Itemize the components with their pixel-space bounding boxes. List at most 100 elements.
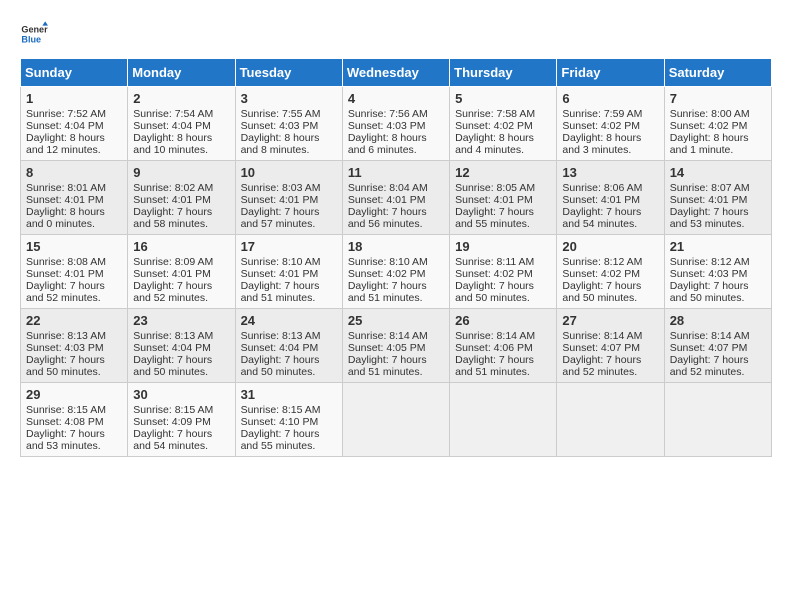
calendar-cell: 16Sunrise: 8:09 AMSunset: 4:01 PMDayligh… <box>128 235 235 309</box>
calendar-cell <box>450 383 557 457</box>
calendar-cell: 27Sunrise: 8:14 AMSunset: 4:07 PMDayligh… <box>557 309 664 383</box>
daylight-text: Daylight: 8 hours and 8 minutes. <box>241 132 337 156</box>
sunrise-text: Sunrise: 8:04 AM <box>348 182 444 194</box>
sunset-text: Sunset: 4:07 PM <box>670 342 766 354</box>
calendar-cell: 24Sunrise: 8:13 AMSunset: 4:04 PMDayligh… <box>235 309 342 383</box>
day-number: 25 <box>348 313 444 328</box>
daylight-text: Daylight: 7 hours and 55 minutes. <box>241 428 337 452</box>
sunset-text: Sunset: 4:02 PM <box>455 268 551 280</box>
sunset-text: Sunset: 4:03 PM <box>26 342 122 354</box>
calendar-cell: 12Sunrise: 8:05 AMSunset: 4:01 PMDayligh… <box>450 161 557 235</box>
calendar-cell: 28Sunrise: 8:14 AMSunset: 4:07 PMDayligh… <box>664 309 771 383</box>
day-number: 12 <box>455 165 551 180</box>
sunrise-text: Sunrise: 8:14 AM <box>455 330 551 342</box>
calendar-cell: 23Sunrise: 8:13 AMSunset: 4:04 PMDayligh… <box>128 309 235 383</box>
day-number: 13 <box>562 165 658 180</box>
sunset-text: Sunset: 4:03 PM <box>348 120 444 132</box>
weekday-header-thursday: Thursday <box>450 59 557 87</box>
calendar-cell: 10Sunrise: 8:03 AMSunset: 4:01 PMDayligh… <box>235 161 342 235</box>
calendar-cell: 9Sunrise: 8:02 AMSunset: 4:01 PMDaylight… <box>128 161 235 235</box>
sunset-text: Sunset: 4:01 PM <box>562 194 658 206</box>
weekday-header-saturday: Saturday <box>664 59 771 87</box>
day-number: 16 <box>133 239 229 254</box>
day-number: 8 <box>26 165 122 180</box>
day-number: 4 <box>348 91 444 106</box>
calendar-cell: 25Sunrise: 8:14 AMSunset: 4:05 PMDayligh… <box>342 309 449 383</box>
day-number: 11 <box>348 165 444 180</box>
sunrise-text: Sunrise: 8:05 AM <box>455 182 551 194</box>
day-number: 6 <box>562 91 658 106</box>
sunset-text: Sunset: 4:08 PM <box>26 416 122 428</box>
calendar-cell: 31Sunrise: 8:15 AMSunset: 4:10 PMDayligh… <box>235 383 342 457</box>
daylight-text: Daylight: 7 hours and 56 minutes. <box>348 206 444 230</box>
sunrise-text: Sunrise: 7:54 AM <box>133 108 229 120</box>
calendar-cell <box>664 383 771 457</box>
calendar-cell: 21Sunrise: 8:12 AMSunset: 4:03 PMDayligh… <box>664 235 771 309</box>
calendar-cell: 2Sunrise: 7:54 AMSunset: 4:04 PMDaylight… <box>128 87 235 161</box>
daylight-text: Daylight: 7 hours and 52 minutes. <box>670 354 766 378</box>
day-number: 23 <box>133 313 229 328</box>
day-number: 20 <box>562 239 658 254</box>
day-number: 14 <box>670 165 766 180</box>
day-number: 24 <box>241 313 337 328</box>
sunset-text: Sunset: 4:01 PM <box>26 268 122 280</box>
calendar-cell: 19Sunrise: 8:11 AMSunset: 4:02 PMDayligh… <box>450 235 557 309</box>
daylight-text: Daylight: 8 hours and 12 minutes. <box>26 132 122 156</box>
sunset-text: Sunset: 4:02 PM <box>562 268 658 280</box>
day-number: 9 <box>133 165 229 180</box>
sunrise-text: Sunrise: 8:03 AM <box>241 182 337 194</box>
daylight-text: Daylight: 8 hours and 6 minutes. <box>348 132 444 156</box>
weekday-header-monday: Monday <box>128 59 235 87</box>
day-number: 19 <box>455 239 551 254</box>
calendar-cell: 30Sunrise: 8:15 AMSunset: 4:09 PMDayligh… <box>128 383 235 457</box>
daylight-text: Daylight: 7 hours and 50 minutes. <box>562 280 658 304</box>
sunset-text: Sunset: 4:03 PM <box>241 120 337 132</box>
day-number: 26 <box>455 313 551 328</box>
sunrise-text: Sunrise: 8:06 AM <box>562 182 658 194</box>
daylight-text: Daylight: 7 hours and 53 minutes. <box>26 428 122 452</box>
daylight-text: Daylight: 7 hours and 54 minutes. <box>133 428 229 452</box>
calendar-cell: 13Sunrise: 8:06 AMSunset: 4:01 PMDayligh… <box>557 161 664 235</box>
daylight-text: Daylight: 7 hours and 52 minutes. <box>562 354 658 378</box>
calendar-cell: 22Sunrise: 8:13 AMSunset: 4:03 PMDayligh… <box>21 309 128 383</box>
sunset-text: Sunset: 4:01 PM <box>670 194 766 206</box>
day-number: 5 <box>455 91 551 106</box>
calendar-cell: 8Sunrise: 8:01 AMSunset: 4:01 PMDaylight… <box>21 161 128 235</box>
weekday-header-sunday: Sunday <box>21 59 128 87</box>
sunrise-text: Sunrise: 8:10 AM <box>241 256 337 268</box>
sunrise-text: Sunrise: 8:11 AM <box>455 256 551 268</box>
calendar-cell: 15Sunrise: 8:08 AMSunset: 4:01 PMDayligh… <box>21 235 128 309</box>
daylight-text: Daylight: 7 hours and 51 minutes. <box>241 280 337 304</box>
sunset-text: Sunset: 4:07 PM <box>562 342 658 354</box>
weekday-header-friday: Friday <box>557 59 664 87</box>
daylight-text: Daylight: 7 hours and 50 minutes. <box>133 354 229 378</box>
calendar-cell: 17Sunrise: 8:10 AMSunset: 4:01 PMDayligh… <box>235 235 342 309</box>
sunset-text: Sunset: 4:04 PM <box>241 342 337 354</box>
svg-text:Blue: Blue <box>21 34 41 44</box>
sunrise-text: Sunrise: 8:14 AM <box>348 330 444 342</box>
day-number: 30 <box>133 387 229 402</box>
calendar-cell: 11Sunrise: 8:04 AMSunset: 4:01 PMDayligh… <box>342 161 449 235</box>
sunrise-text: Sunrise: 8:01 AM <box>26 182 122 194</box>
calendar-cell <box>342 383 449 457</box>
daylight-text: Daylight: 7 hours and 58 minutes. <box>133 206 229 230</box>
logo: General Blue <box>20 20 48 48</box>
sunset-text: Sunset: 4:01 PM <box>241 268 337 280</box>
sunset-text: Sunset: 4:01 PM <box>241 194 337 206</box>
calendar-cell: 4 Sunrise: 7:56 AMSunset: 4:03 PMDaylight… <box>342 87 449 161</box>
day-number: 31 <box>241 387 337 402</box>
day-number: 18 <box>348 239 444 254</box>
day-number: 21 <box>670 239 766 254</box>
day-number: 28 <box>670 313 766 328</box>
sunset-text: Sunset: 4:03 PM <box>670 268 766 280</box>
day-number: 2 <box>133 91 229 106</box>
day-number: 22 <box>26 313 122 328</box>
calendar-cell <box>557 383 664 457</box>
day-number: 7 <box>670 91 766 106</box>
calendar-cell: 29Sunrise: 8:15 AMSunset: 4:08 PMDayligh… <box>21 383 128 457</box>
daylight-text: Daylight: 7 hours and 50 minutes. <box>241 354 337 378</box>
header: General Blue <box>20 20 772 48</box>
calendar-cell: 18Sunrise: 8:10 AMSunset: 4:02 PMDayligh… <box>342 235 449 309</box>
sunset-text: Sunset: 4:02 PM <box>562 120 658 132</box>
sunrise-text: Sunrise: 7:56 AM <box>348 108 444 120</box>
